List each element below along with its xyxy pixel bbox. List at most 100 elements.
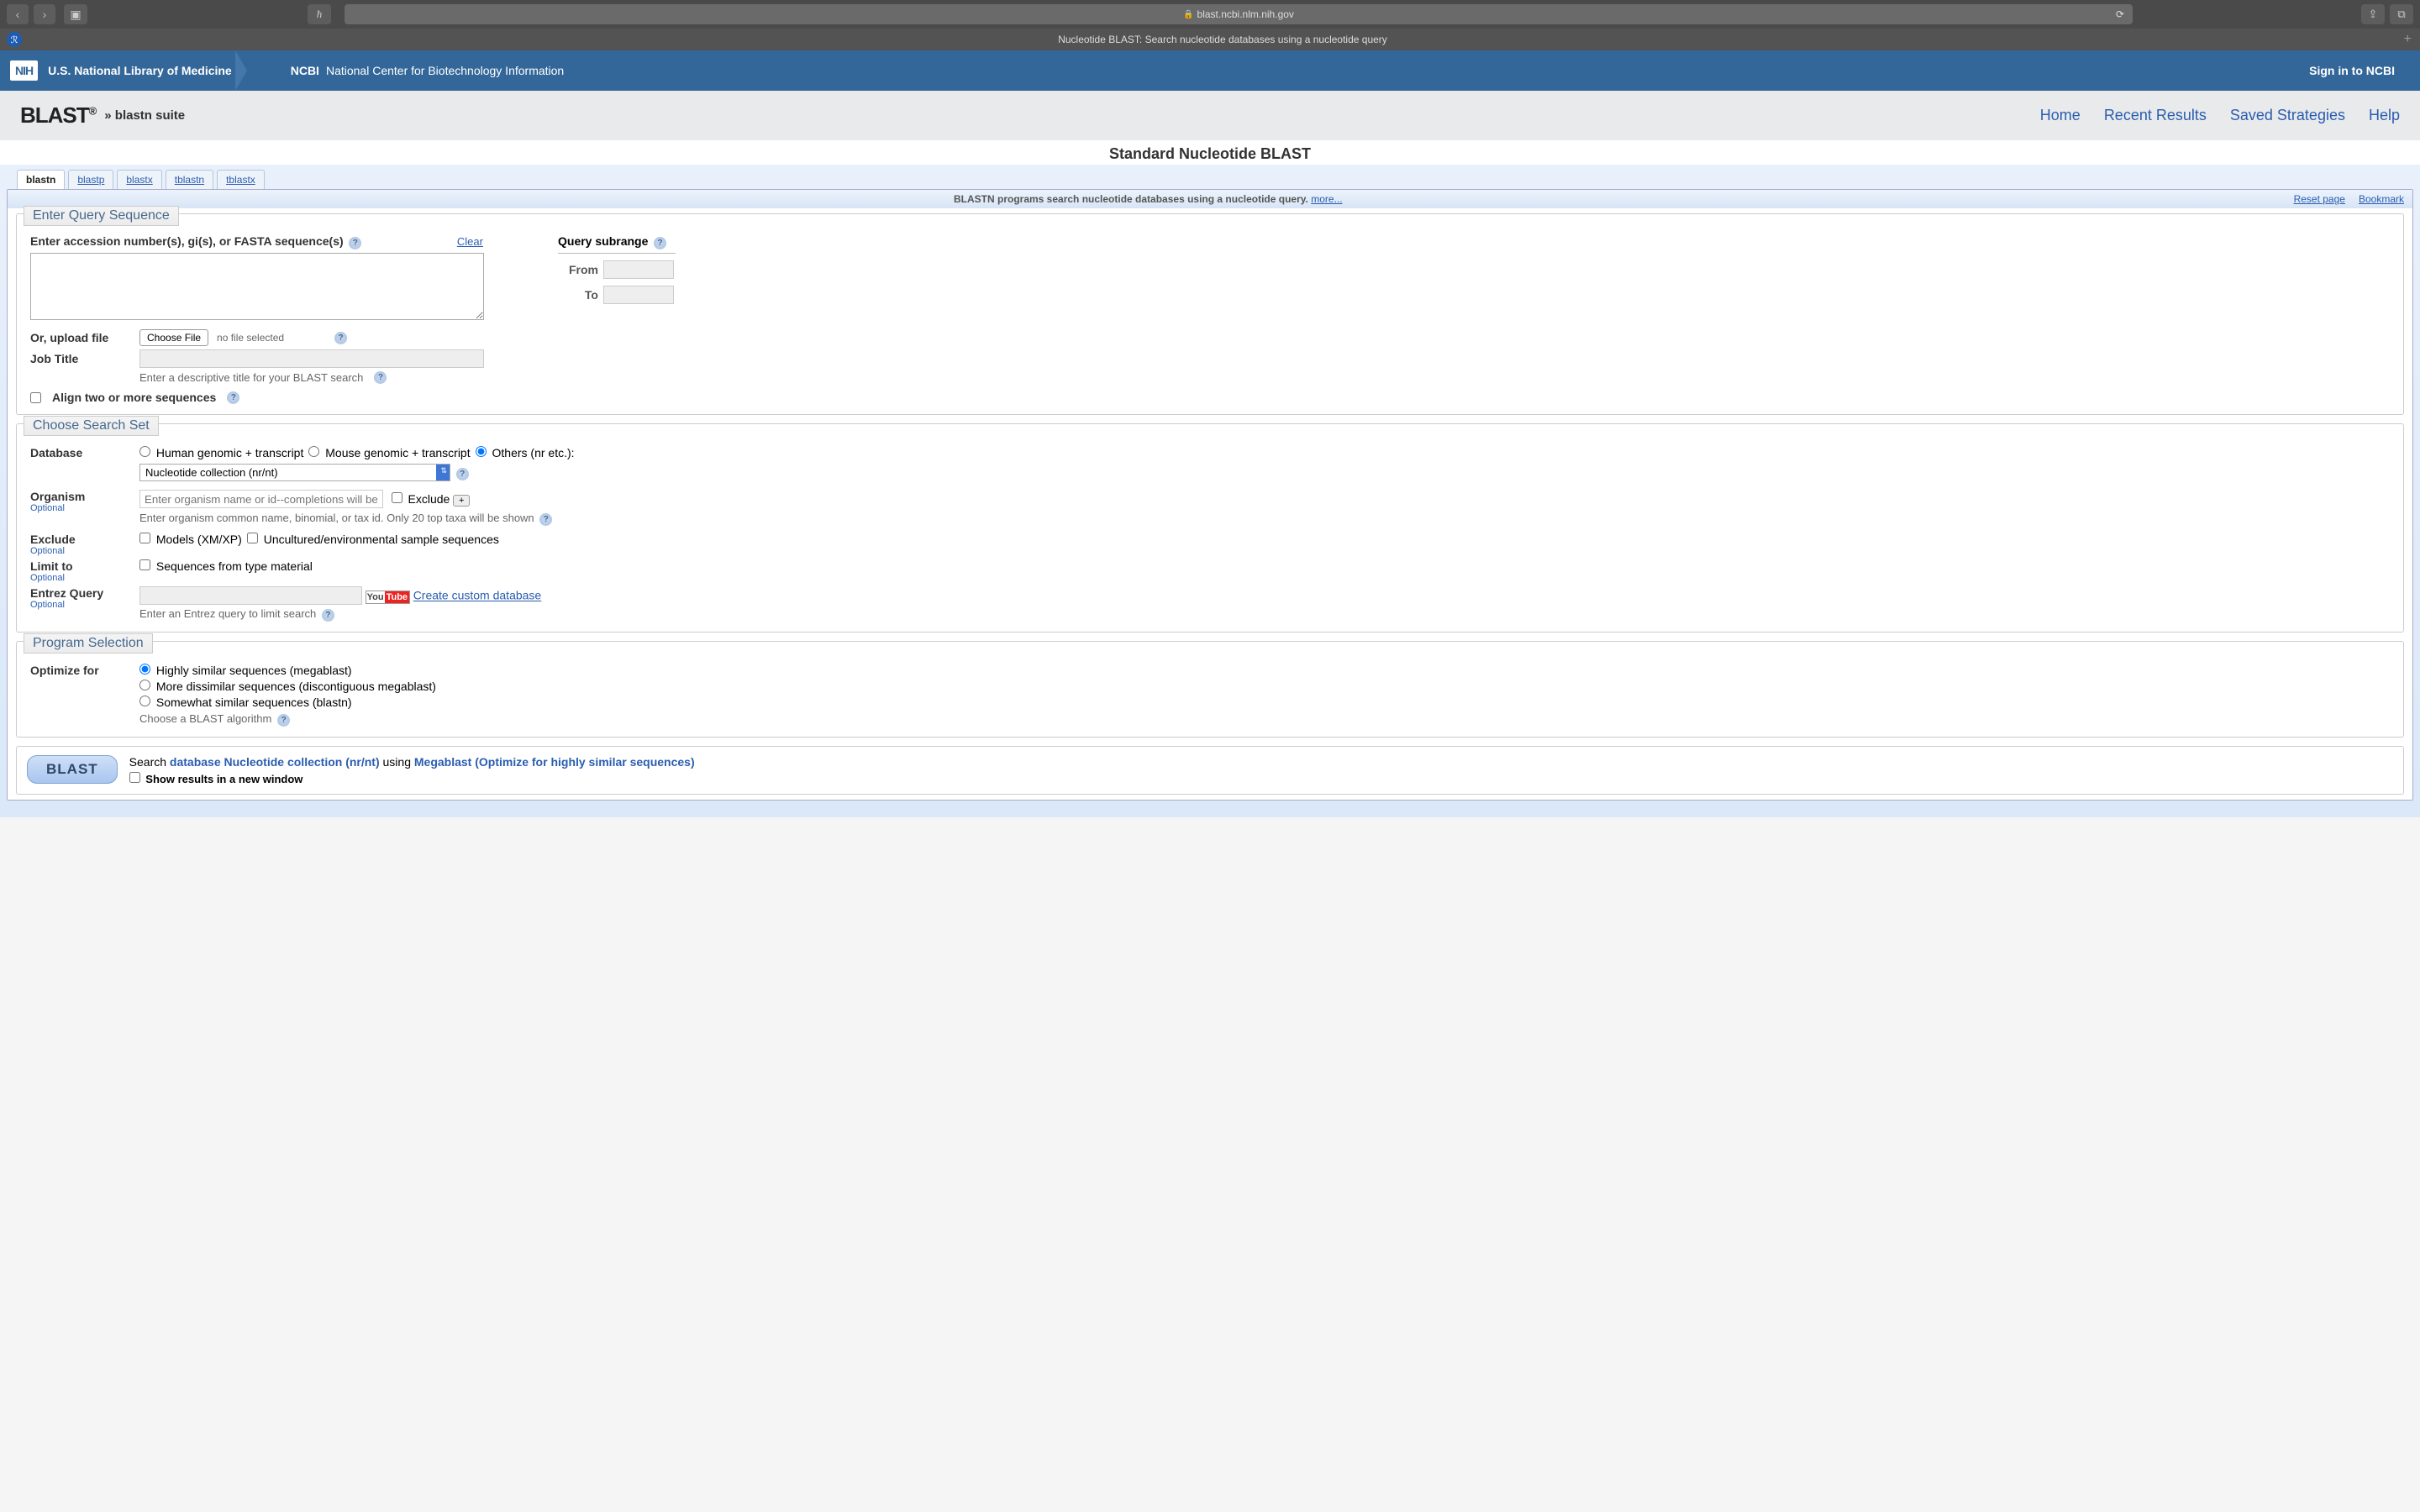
tab-blastx[interactable]: blastx xyxy=(117,170,161,189)
blast-subheader: BLAST® » blastn suite Home Recent Result… xyxy=(0,91,2420,140)
url-bar[interactable]: 🔒 blast.ncbi.nlm.nih.gov ⟳ xyxy=(345,4,2133,24)
intro-row: BLASTN programs search nucleotide databa… xyxy=(8,190,2412,208)
nav-saved[interactable]: Saved Strategies xyxy=(2230,107,2345,124)
search-description: Search database Nucleotide collection (n… xyxy=(129,755,695,769)
tab-tblastx[interactable]: tblastx xyxy=(217,170,265,189)
reload-icon[interactable]: ⟳ xyxy=(2116,8,2124,20)
limit-type-material-checkbox[interactable]: Sequences from type material xyxy=(139,559,313,573)
job-title-label: Job Title xyxy=(30,352,131,365)
tab-tblastn[interactable]: tblastn xyxy=(166,170,213,189)
choose-file-button[interactable]: Choose File xyxy=(139,329,208,346)
blast-logo[interactable]: BLAST® xyxy=(20,102,96,129)
blast-suite: » blastn suite xyxy=(104,108,185,123)
entrez-label: Entrez Query xyxy=(30,586,131,600)
align-two-label: Align two or more sequences xyxy=(52,391,216,404)
exclude-label: Exclude xyxy=(30,533,131,546)
browser-tab-bar: ℛ Nucleotide BLAST: Search nucleotide da… xyxy=(0,29,2420,50)
ncbi-label[interactable]: NCBI xyxy=(291,64,319,77)
opt-blastn[interactable]: Somewhat similar sequences (blastn) xyxy=(139,696,352,709)
intro-more[interactable]: more... xyxy=(1311,193,1342,205)
help-icon[interactable]: ? xyxy=(456,468,469,480)
job-title-hint: Enter a descriptive title for your BLAST… xyxy=(139,371,363,384)
create-db-link[interactable]: Create custom database xyxy=(413,589,542,602)
help-icon[interactable]: ? xyxy=(277,714,290,727)
opt-megablast[interactable]: Highly similar sequences (megablast) xyxy=(139,664,352,677)
back-button[interactable]: ‹ xyxy=(7,4,29,24)
new-window-checkbox[interactable]: Show results in a new window xyxy=(129,773,303,785)
pinned-tab-icon[interactable]: ℛ xyxy=(7,32,22,47)
fieldset-program: Program Selection Optimize for Highly si… xyxy=(16,641,2404,738)
clear-link[interactable]: Clear xyxy=(457,235,483,248)
legend-program: Program Selection xyxy=(24,633,153,654)
align-two-checkbox[interactable] xyxy=(30,392,41,403)
opt-disc-megablast[interactable]: More dissimilar sequences (discontiguous… xyxy=(139,680,436,693)
browser-toolbar: ‹ › ▣ ħ 🔒 blast.ncbi.nlm.nih.gov ⟳ ⇪ ⧉ xyxy=(0,0,2420,29)
limit-label: Limit to xyxy=(30,559,131,573)
blast-nav: Home Recent Results Saved Strategies Hel… xyxy=(2040,107,2400,124)
organism-input[interactable] xyxy=(139,490,383,508)
add-organism-button[interactable]: + xyxy=(453,495,470,507)
organism-hint: Enter organism common name, binomial, or… xyxy=(139,512,534,524)
nav-recent[interactable]: Recent Results xyxy=(2104,107,2207,124)
page-title: Standard Nucleotide BLAST xyxy=(0,140,2420,165)
tab-blastn[interactable]: blastn xyxy=(17,170,65,189)
sequence-textarea[interactable] xyxy=(30,253,484,320)
blast-program-tabs: blastn blastp blastx tblastn tblastx xyxy=(7,165,2413,189)
from-input[interactable] xyxy=(603,260,674,279)
optional-text: Optional xyxy=(30,546,131,556)
legend-searchset: Choose Search Set xyxy=(24,416,159,436)
program-hint: Choose a BLAST algorithm xyxy=(139,712,271,725)
upload-label: Or, upload file xyxy=(30,331,131,344)
job-title-input[interactable] xyxy=(139,349,484,368)
entrez-hint: Enter an Entrez query to limit search xyxy=(139,607,316,620)
reader-button[interactable]: ħ xyxy=(308,4,331,24)
help-icon[interactable]: ? xyxy=(349,237,361,249)
signin-link[interactable]: Sign in to NCBI xyxy=(2309,64,2395,77)
help-icon[interactable]: ? xyxy=(654,237,666,249)
browser-tab-title[interactable]: Nucleotide BLAST: Search nucleotide data… xyxy=(32,34,2413,45)
forward-button[interactable]: › xyxy=(34,4,55,24)
db-mouse-option[interactable]: Mouse genomic + transcript xyxy=(308,446,470,459)
ncbi-header: NIH U.S. National Library of Medicine NC… xyxy=(0,50,2420,91)
optional-text: Optional xyxy=(30,503,131,513)
optional-text: Optional xyxy=(30,600,131,610)
blast-submit-button[interactable]: BLAST xyxy=(27,755,118,784)
ncbi-full[interactable]: National Center for Biotechnology Inform… xyxy=(326,64,564,77)
fieldset-query: Enter Query Sequence Enter accession num… xyxy=(16,213,2404,415)
nav-help[interactable]: Help xyxy=(2369,107,2400,124)
bookmark-link[interactable]: Bookmark xyxy=(2359,193,2404,205)
help-icon[interactable]: ? xyxy=(227,391,239,404)
to-label: To xyxy=(558,288,598,302)
legend-query: Enter Query Sequence xyxy=(24,206,179,226)
reset-page-link[interactable]: Reset page xyxy=(2294,193,2345,205)
nih-logo[interactable]: NIH xyxy=(10,60,38,81)
exclude-models-checkbox[interactable]: Models (XM/XP) xyxy=(139,533,242,546)
entrez-input[interactable] xyxy=(139,586,362,605)
database-select[interactable]: Nucleotide collection (nr/nt) xyxy=(139,464,450,481)
help-icon[interactable]: ? xyxy=(334,332,347,344)
sidebar-toggle[interactable]: ▣ xyxy=(64,4,87,24)
tabs-button[interactable]: ⧉ xyxy=(2390,4,2413,24)
main-panel: BLASTN programs search nucleotide databa… xyxy=(7,189,2413,801)
help-icon[interactable]: ? xyxy=(539,513,552,526)
exclude-organism-checkbox[interactable]: Exclude xyxy=(392,492,450,506)
help-icon[interactable]: ? xyxy=(374,371,387,384)
youtube-icon[interactable]: YouTube xyxy=(366,592,410,602)
exclude-uncultured-checkbox[interactable]: Uncultured/environmental sample sequence… xyxy=(247,533,499,546)
optimize-label: Optimize for xyxy=(30,664,131,677)
url-text: blast.ncbi.nlm.nih.gov xyxy=(1197,8,1294,20)
nlm-link[interactable]: U.S. National Library of Medicine xyxy=(48,64,232,77)
db-others-option[interactable]: Others (nr etc.): xyxy=(476,446,575,459)
nav-home[interactable]: Home xyxy=(2040,107,2081,124)
help-icon[interactable]: ? xyxy=(322,609,334,622)
intro-text: BLASTN programs search nucleotide databa… xyxy=(954,193,1308,205)
tab-blastp[interactable]: blastp xyxy=(68,170,113,189)
from-label: From xyxy=(558,263,598,276)
db-human-option[interactable]: Human genomic + transcript xyxy=(139,446,303,459)
to-input[interactable] xyxy=(603,286,674,304)
share-button[interactable]: ⇪ xyxy=(2361,4,2385,24)
new-tab-button[interactable]: + xyxy=(2404,32,2412,47)
submit-row: BLAST Search database Nucleotide collect… xyxy=(16,746,2404,795)
fieldset-searchset: Choose Search Set Database Human genomic… xyxy=(16,423,2404,633)
subrange-label: Query subrange xyxy=(558,234,648,248)
